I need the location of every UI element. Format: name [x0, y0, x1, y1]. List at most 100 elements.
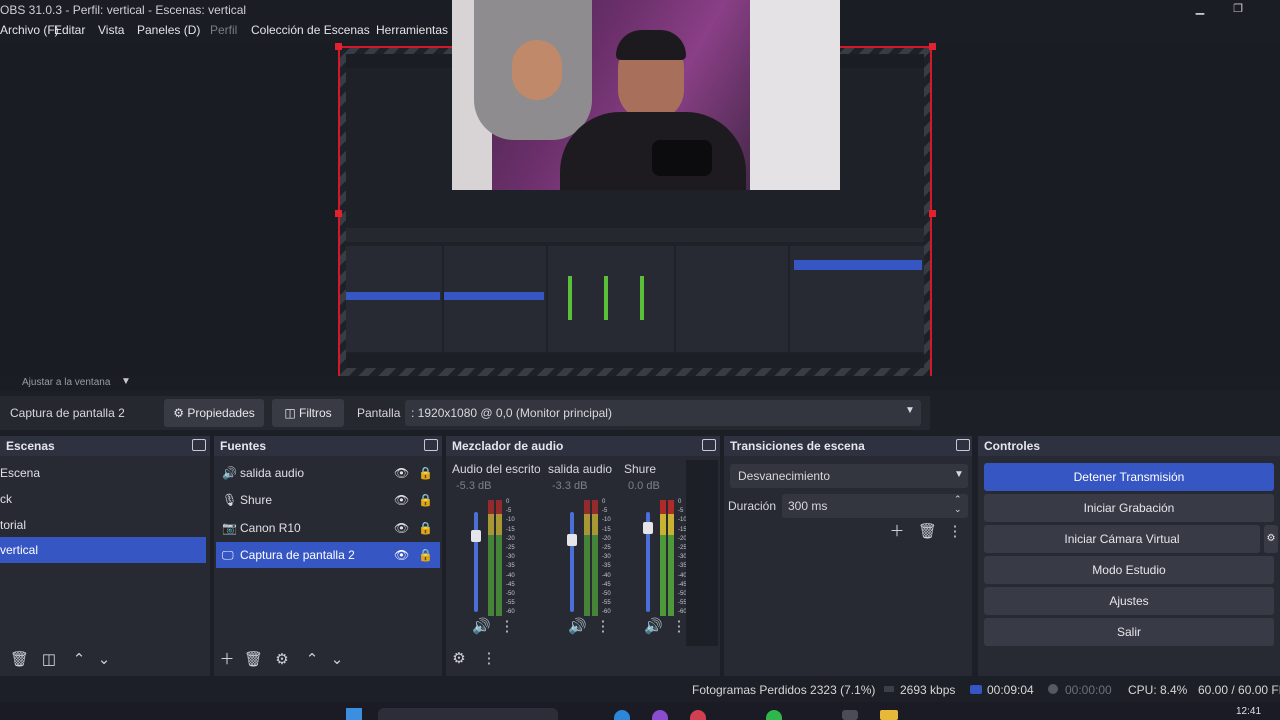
mixer-scrollbar[interactable]: [686, 460, 718, 646]
gear-icon[interactable]: ⚙: [273, 651, 291, 669]
chevron-up-icon[interactable]: ⌃: [303, 651, 321, 669]
menu-scene-collection[interactable]: Colección de Escenas: [251, 23, 370, 37]
volume-slider[interactable]: [570, 512, 574, 612]
minimize-icon[interactable]: ▁: [1192, 2, 1208, 16]
volume-knob[interactable]: [471, 530, 481, 542]
volume-knob[interactable]: [567, 534, 577, 546]
edge-icon[interactable]: [614, 710, 630, 720]
app-icon[interactable]: [652, 710, 668, 720]
mini-mixer-dock: [548, 246, 674, 352]
volume-slider[interactable]: [474, 512, 478, 612]
speaker-icon[interactable]: 🔊: [472, 618, 491, 636]
source-item[interactable]: 🎙 Shure 👁 🔒: [216, 487, 440, 513]
transform-handle[interactable]: [335, 43, 342, 50]
db-tick: -10: [602, 517, 611, 524]
add-transition-icon[interactable]: ＋: [888, 523, 906, 541]
scene-filters-icon[interactable]: ◫: [40, 651, 58, 669]
level-meter: [584, 500, 590, 616]
remove-source-icon[interactable]: 🗑: [244, 651, 263, 669]
whatsapp-icon[interactable]: [766, 710, 782, 720]
lock-icon[interactable]: 🔒: [418, 515, 433, 541]
camera-icon: 📷: [222, 521, 237, 535]
mixer-channels: Audio del escrito -5.3 dB 0 -5 -10 -15 -20 -25 -…: [446, 460, 718, 646]
db-tick: -40: [506, 572, 515, 579]
db-tick: -35: [602, 563, 611, 570]
db-tick: -5: [506, 508, 512, 515]
source-label: Shure: [240, 493, 273, 507]
studio-mode-button[interactable]: Modo Estudio: [984, 556, 1274, 584]
source-item[interactable]: 🖵 Captura de pantalla 2 👁 🔒: [216, 542, 440, 568]
folder-icon[interactable]: [880, 710, 898, 720]
add-source-icon[interactable]: ＋: [218, 651, 236, 669]
source-item[interactable]: 🔊 salida audio 👁 🔒: [216, 460, 440, 486]
channel-name: Audio del escrito: [452, 462, 540, 476]
filters-button[interactable]: ◫ Filtros: [272, 399, 344, 427]
start-recording-button[interactable]: Iniciar Grabación: [984, 494, 1274, 522]
chevron-up-icon[interactable]: ⌃: [70, 651, 88, 669]
menu-edit[interactable]: Editar: [54, 23, 85, 37]
start-virtual-camera-button[interactable]: Iniciar Cámara Virtual: [984, 525, 1260, 553]
eye-icon[interactable]: 👁: [394, 487, 409, 513]
menu-docks[interactable]: Paneles (D): [137, 23, 200, 37]
maximize-icon[interactable]: ❐: [1230, 2, 1246, 16]
scene-item-0[interactable]: Escena: [0, 460, 206, 486]
scenes-header: Escenas: [0, 436, 210, 456]
chevron-down-icon[interactable]: ▼: [121, 376, 131, 387]
app-icon[interactable]: [842, 710, 858, 720]
lock-icon[interactable]: 🔒: [418, 460, 433, 486]
spin-down-icon[interactable]: ⌄: [954, 504, 962, 515]
gear-icon[interactable]: ⚙: [450, 650, 468, 668]
undock-icon[interactable]: [956, 439, 970, 451]
more-icon[interactable]: ⋮: [946, 523, 964, 541]
settings-button[interactable]: Ajustes: [984, 587, 1274, 615]
lock-icon[interactable]: 🔒: [418, 487, 433, 513]
menu-profile[interactable]: Perfil: [210, 23, 237, 37]
volume-knob[interactable]: [643, 522, 653, 534]
transform-handle[interactable]: [335, 210, 342, 217]
speaker-icon[interactable]: 🔊: [644, 618, 663, 636]
undock-icon[interactable]: [192, 439, 206, 451]
zoom-label[interactable]: Ajustar a la ventana: [22, 377, 110, 388]
db-tick: -40: [602, 572, 611, 579]
transition-select[interactable]: Desvanecimiento ▼: [730, 464, 968, 488]
taskbar-search[interactable]: [378, 708, 558, 720]
scene-item-1[interactable]: ck: [0, 486, 206, 512]
recording-time: 00:00:00: [1065, 683, 1112, 697]
db-scale: 0 -5 -10 -15 -20 -25 -30 -35 -40 -45 -50 -55 -60: [602, 498, 622, 618]
scenes-title: Escenas: [6, 439, 55, 453]
record-icon: [1048, 684, 1058, 694]
windows-start-icon[interactable]: [346, 708, 362, 720]
channel-db: 0.0 dB: [628, 480, 660, 492]
chevron-down-icon[interactable]: ⌄: [95, 651, 113, 669]
transform-handle[interactable]: [929, 43, 936, 50]
clock: 12:41: [1236, 706, 1262, 717]
duration-spinbox[interactable]: 300 ms ⌃ ⌄: [782, 494, 968, 518]
menu-view[interactable]: Vista: [98, 23, 124, 37]
lock-icon[interactable]: 🔒: [418, 542, 433, 568]
chevron-down-icon[interactable]: ⌄: [328, 651, 346, 669]
menu-file[interactable]: Archivo (F): [0, 23, 59, 37]
stop-streaming-button[interactable]: Detener Transmisión: [984, 463, 1274, 491]
properties-button[interactable]: ⚙ Propiedades: [164, 399, 264, 427]
more-icon[interactable]: ⋮: [498, 618, 516, 636]
undock-icon[interactable]: [702, 439, 716, 451]
remove-transition-icon[interactable]: 🗑: [918, 523, 937, 541]
gear-icon[interactable]: ⚙: [1264, 525, 1278, 553]
app-icon[interactable]: [690, 710, 706, 720]
transition-value: Desvanecimiento: [738, 469, 831, 483]
speaker-icon[interactable]: 🔊: [568, 618, 587, 636]
eye-icon[interactable]: 👁: [394, 460, 409, 486]
more-icon[interactable]: ⋮: [594, 618, 612, 636]
eye-icon[interactable]: 👁: [394, 542, 409, 568]
transform-handle[interactable]: [929, 210, 936, 217]
scene-item-3[interactable]: vertical: [0, 537, 206, 563]
eye-icon[interactable]: 👁: [394, 515, 409, 541]
display-select[interactable]: : 1920x1080 @ 0,0 (Monitor principal) ▼: [405, 400, 921, 426]
scene-item-2[interactable]: torial: [0, 512, 206, 538]
remove-scene-icon[interactable]: 🗑: [10, 651, 29, 669]
more-icon[interactable]: ⋮: [480, 650, 498, 668]
exit-button[interactable]: Salir: [984, 618, 1274, 646]
menu-tools[interactable]: Herramientas: [376, 23, 448, 37]
undock-icon[interactable]: [424, 439, 438, 451]
source-item[interactable]: 📷 Canon R10 👁 🔒: [216, 515, 440, 541]
